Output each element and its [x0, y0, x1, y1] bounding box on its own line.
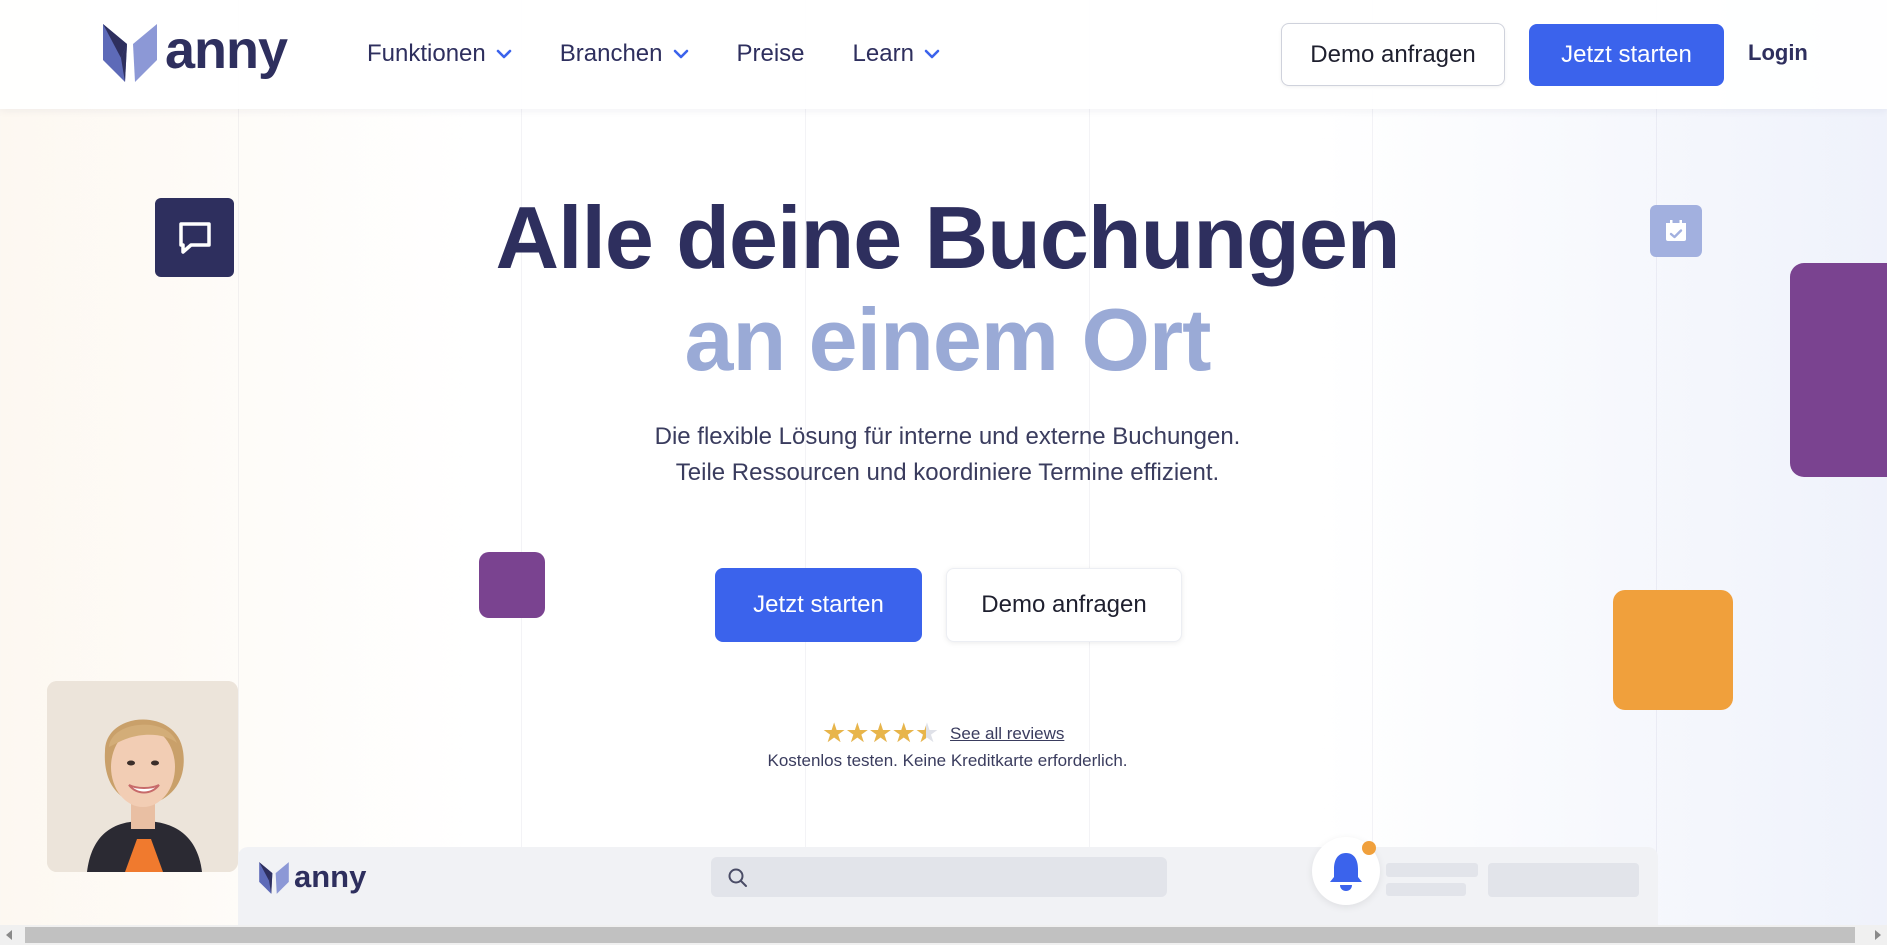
- notification-bell: [1312, 837, 1380, 905]
- header-demo-button[interactable]: Demo anfragen: [1281, 23, 1505, 86]
- butterfly-logo-icon: [259, 862, 289, 894]
- bell-icon: [1330, 853, 1362, 891]
- hero-title: Alle deine Buchungen: [495, 188, 1400, 287]
- scroll-left-arrow-icon[interactable]: [6, 930, 12, 940]
- scrollbar-thumb[interactable]: [25, 927, 1855, 943]
- nav-label: Branchen: [559, 40, 663, 67]
- hero-demo-button[interactable]: Demo anfragen: [946, 568, 1182, 642]
- hero-title-accent: an einem Ort: [684, 290, 1212, 389]
- app-preview-search: [711, 857, 1167, 897]
- chevron-down-icon: [496, 49, 512, 59]
- app-preview-bar: anny: [238, 837, 1658, 925]
- brand-logo[interactable]: anny: [101, 20, 288, 84]
- nav-label: Funktionen: [367, 40, 486, 67]
- notification-dot: [1362, 841, 1376, 855]
- skeleton-line: [1386, 883, 1466, 896]
- chevron-down-icon: [673, 49, 688, 59]
- main-nav: Funktionen Branchen Preise Learn: [367, 36, 988, 72]
- header-start-button[interactable]: Jetzt starten: [1529, 24, 1724, 86]
- app-preview-logo: anny: [258, 861, 366, 895]
- chevron-down-icon: [924, 49, 940, 59]
- hero-subtitle-line1: Die flexible Lösung für interne und exte…: [654, 423, 1241, 450]
- skeleton-line: [1386, 863, 1478, 877]
- star-rating: ★★★★★ ★★★★★: [822, 720, 939, 747]
- customer-photo: [47, 681, 238, 872]
- hero-subtitle-line2: Teile Ressourcen und koordiniere Termine…: [675, 459, 1220, 486]
- site-header: anny Funktionen Branchen Preise Learn De…: [0, 0, 1887, 109]
- butterfly-logo-icon: [103, 24, 157, 82]
- skeleton-block: [1488, 863, 1639, 897]
- horizontal-scrollbar[interactable]: [0, 925, 1887, 945]
- brand-name: anny: [165, 20, 288, 80]
- app-preview-brand-name: anny: [294, 858, 367, 894]
- nav-preise[interactable]: Preise: [737, 36, 805, 72]
- nav-learn[interactable]: Learn: [853, 36, 940, 72]
- see-all-reviews-link[interactable]: See all reviews: [950, 724, 1064, 744]
- nav-label: Learn: [852, 40, 914, 67]
- search-icon: [728, 868, 747, 887]
- decor-purple-square: [479, 552, 545, 618]
- smiling-woman-portrait: [47, 681, 238, 872]
- login-link[interactable]: Login: [1748, 40, 1808, 66]
- free-trial-note: Kostenlos testen. Keine Kreditkarte erfo…: [767, 751, 1128, 770]
- hero-start-button[interactable]: Jetzt starten: [715, 568, 922, 642]
- star-rating-filled: ★★★★★: [822, 720, 926, 747]
- nav-funktionen[interactable]: Funktionen: [367, 36, 512, 72]
- rating-row: ★★★★★ ★★★★★ See all reviews: [822, 720, 1064, 747]
- nav-branchen[interactable]: Branchen: [560, 36, 689, 72]
- nav-label: Preise: [736, 40, 805, 67]
- decor-orange-square: [1613, 590, 1733, 710]
- scroll-right-arrow-icon[interactable]: [1875, 930, 1881, 940]
